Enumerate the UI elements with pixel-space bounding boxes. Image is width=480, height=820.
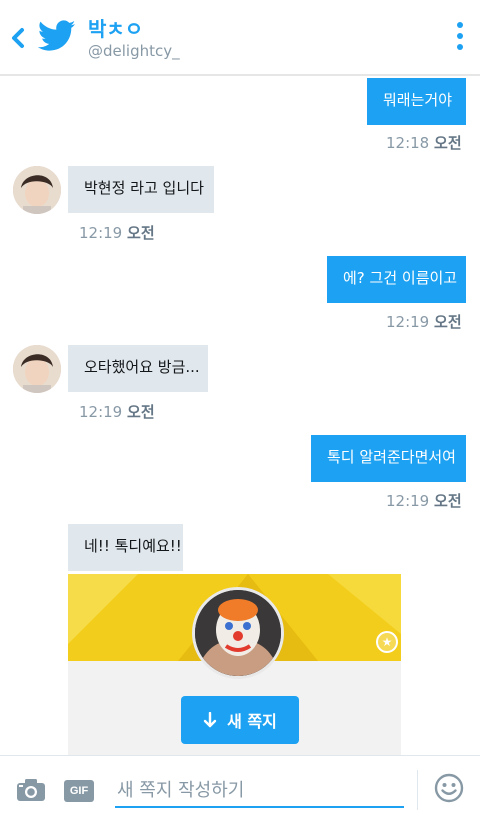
composer-divider <box>417 770 418 810</box>
camera-icon[interactable] <box>16 778 46 802</box>
conversation-header: 박ㅊㅇ @delightcy_ <box>0 0 480 76</box>
message-time: 12:19 <box>386 492 430 510</box>
message-bubble-outgoing[interactable]: 뭐래는거야 <box>367 78 466 125</box>
message-timestamp: 12:19 오전 <box>386 490 462 511</box>
conversation-handle: @delightcy_ <box>88 42 180 60</box>
message-input[interactable] <box>115 774 404 808</box>
more-vert-icon[interactable] <box>454 22 466 52</box>
conversation-title[interactable]: 박ㅊㅇ <box>88 13 143 42</box>
new-message-label: 새 쪽지 <box>227 712 277 731</box>
emoji-icon[interactable] <box>434 773 464 803</box>
message-ampm: 오전 <box>434 492 462 510</box>
message-time: 12:19 <box>386 313 430 331</box>
profile-avatar <box>192 587 284 679</box>
new-message-button[interactable]: 새 쪽지 <box>181 696 299 744</box>
message-time: 12:18 <box>386 134 430 152</box>
message-bubble-outgoing[interactable]: 톡디 알려준다면서여 <box>311 435 466 482</box>
message-ampm: 오전 <box>434 134 462 152</box>
message-bubble-incoming[interactable]: 오타했어요 방금... <box>68 345 208 392</box>
gif-icon[interactable]: GIF <box>64 780 94 802</box>
arrow-down-icon <box>203 712 217 728</box>
message-time: 12:19 <box>79 403 123 421</box>
shared-profile-card[interactable]: ★ 새 쪽지 <box>68 574 401 755</box>
avatar[interactable] <box>13 345 61 393</box>
twitter-bird-icon <box>38 20 76 51</box>
avatar[interactable] <box>13 166 61 214</box>
message-bubble-outgoing[interactable]: 에? 그건 이름이고 <box>327 256 466 303</box>
message-composer: GIF <box>0 755 480 820</box>
message-timestamp: 12:19 오전 <box>79 401 155 422</box>
message-ampm: 오전 <box>127 403 155 421</box>
message-bubble-incoming[interactable]: 네!! 톡디예요!! <box>68 524 183 571</box>
star-icon: ★ <box>376 631 398 653</box>
back-arrow-icon[interactable] <box>8 24 28 52</box>
message-bubble-incoming[interactable]: 박현정 라고 입니다 <box>68 166 214 213</box>
message-time: 12:19 <box>79 224 123 242</box>
message-timestamp: 12:19 오전 <box>386 311 462 332</box>
message-ampm: 오전 <box>127 224 155 242</box>
message-timestamp: 12:19 오전 <box>79 222 155 243</box>
message-ampm: 오전 <box>434 313 462 331</box>
message-timestamp: 12:18 오전 <box>386 132 462 153</box>
